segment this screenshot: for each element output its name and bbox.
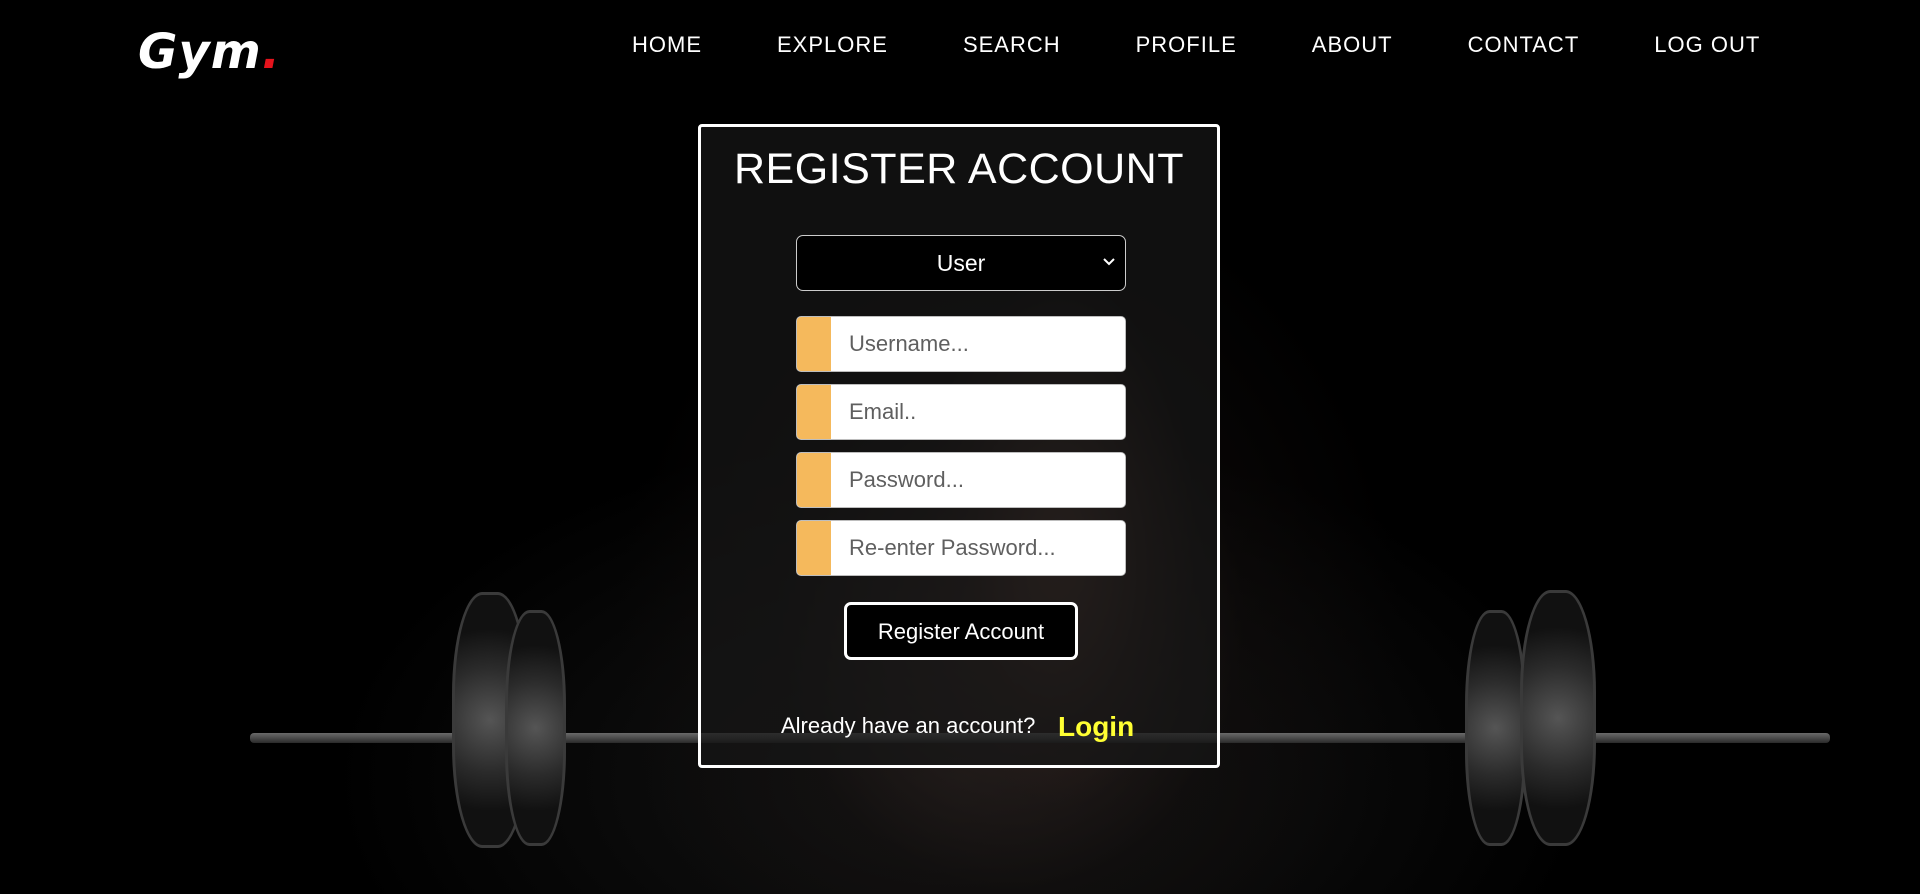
nav-about[interactable]: ABOUT [1312,32,1393,58]
login-link[interactable]: Login [1058,711,1134,743]
register-title: REGISTER ACCOUNT [734,145,1184,193]
email-field-accent [797,385,831,439]
reenter-password-input[interactable] [831,521,1125,575]
nav-search[interactable]: SEARCH [963,32,1061,58]
nav-contact[interactable]: CONTACT [1468,32,1580,58]
nav-profile[interactable]: PROFILE [1136,32,1237,58]
barbell-plate-right-outer [1520,590,1596,846]
logo-text: Gym [138,24,262,80]
chevron-down-icon [1101,253,1117,269]
already-have-account-text: Already have an account? [781,713,1036,738]
register-card: REGISTER ACCOUNT User Register Account A… [698,124,1220,768]
username-field-accent [797,317,831,371]
nav-logout[interactable]: LOG OUT [1654,32,1760,58]
role-select-value: User [936,250,986,276]
password-input[interactable] [831,453,1125,507]
reenter-password-field-accent [797,521,831,575]
reenter-password-field [796,520,1126,576]
email-input[interactable] [831,385,1125,439]
email-field [796,384,1126,440]
username-input[interactable] [831,317,1125,371]
site-header: Gym. HOME EXPLORE SEARCH PROFILE ABOUT C… [0,0,1920,90]
barbell-plate-right-inner [1465,610,1526,846]
logo-dot: . [261,24,281,80]
nav-explore[interactable]: EXPLORE [777,32,888,58]
username-field [796,316,1126,372]
role-select[interactable]: User [796,235,1126,291]
barbell-plate-left-inner [505,610,566,846]
main-nav: HOME EXPLORE SEARCH PROFILE ABOUT CONTAC… [632,32,1760,58]
register-account-button[interactable]: Register Account [844,602,1078,660]
password-field-accent [797,453,831,507]
nav-home[interactable]: HOME [632,32,702,58]
gym-logo[interactable]: Gym. [138,24,281,80]
password-field [796,452,1126,508]
